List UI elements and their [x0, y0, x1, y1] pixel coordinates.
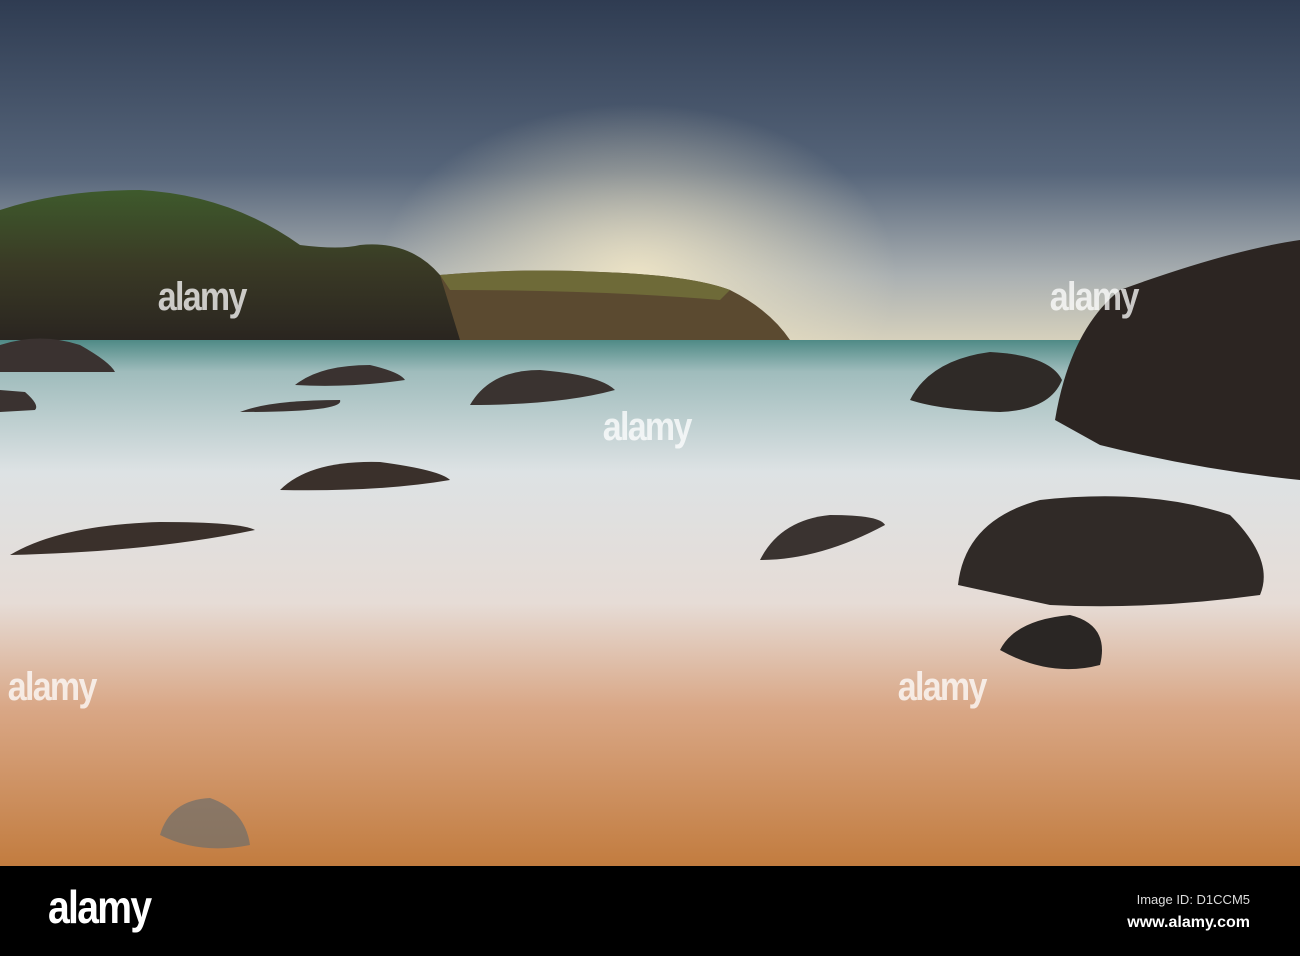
watermark: alamy	[1049, 275, 1140, 319]
image-id: Image ID: D1CCM5	[1136, 892, 1250, 907]
footer-bar: alamy Image ID: D1CCM5 www.alamy.com	[0, 866, 1300, 956]
alamy-logo: alamy	[48, 881, 152, 933]
stock-photo-frame: alamy alamy alamy alamy alamy alamy Imag…	[0, 0, 1300, 956]
watermark: alamy	[7, 665, 98, 709]
site-url: www.alamy.com	[1127, 914, 1250, 931]
watermark: alamy	[602, 405, 693, 449]
watermark: alamy	[897, 665, 988, 709]
watermark: alamy	[157, 275, 248, 319]
